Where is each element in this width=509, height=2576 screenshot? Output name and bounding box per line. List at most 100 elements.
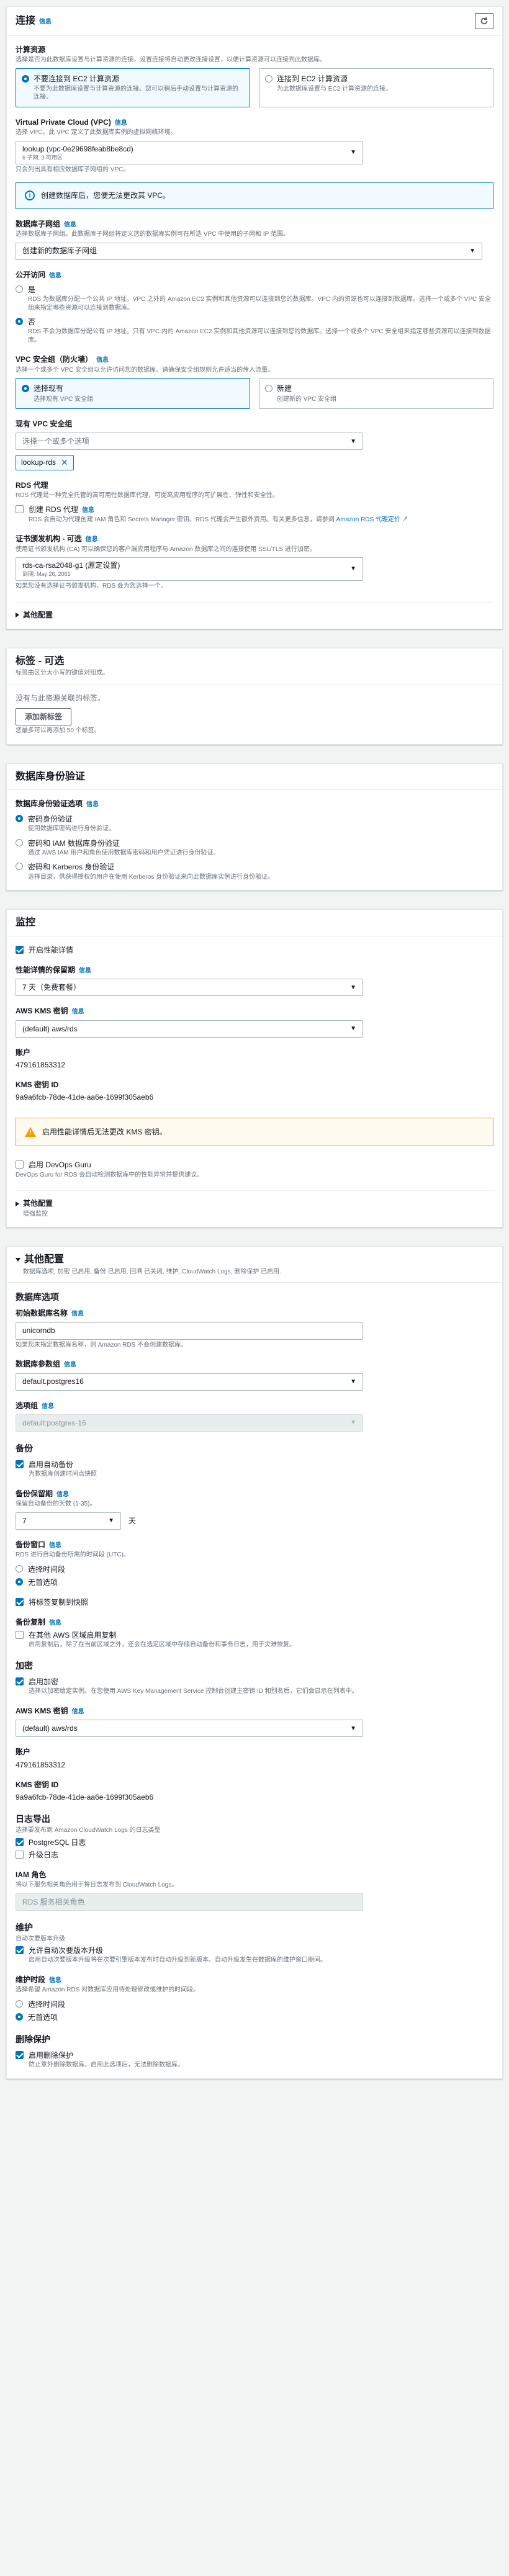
radio-maint-window[interactable] [16,1999,23,2008]
add-tag-button[interactable]: 添加新标签 [16,708,72,726]
info-link[interactable]: 信息 [64,1362,76,1368]
deletion-option[interactable]: 启用删除保护 防止意外删除数据库。启用此选项后，无法删除数据库。 [16,2050,493,2070]
subnet-select[interactable]: 创建新的数据库子网组 ▼ [16,242,482,260]
kms-id-value: 9a9a6fcb-78de-41de-aa6e-1699f305aeb6 [16,1793,154,1802]
close-icon[interactable]: ✕ [61,458,68,467]
info-link[interactable]: 信息 [49,1542,61,1549]
info-link[interactable]: 信息 [39,19,52,25]
radio-new-sg[interactable] [265,385,273,393]
info-link[interactable]: 信息 [82,507,94,514]
devops-option[interactable]: 启用 DevOps Guru [16,1160,493,1170]
radio-kerberos[interactable] [16,863,23,871]
devops-checkbox[interactable] [16,1160,24,1169]
tile-no-ec2[interactable]: 不要连接到 EC2 计算资源 不要为此数据库设置与计算资源的连接。您可以稍后手动… [16,68,250,107]
caret-down-icon: ▼ [350,438,356,445]
radio-password[interactable] [16,814,23,822]
public-no-option[interactable]: 否 RDS 不会为数据库分配公有 IP 地址。只有 VPC 内的 Amazon E… [16,317,493,344]
param-group-select[interactable]: default.postgres16 ▼ [16,1373,363,1391]
info-link[interactable]: 信息 [72,1708,84,1715]
vpc-select[interactable]: lookup (vpc-0e29698feab8be8cd) 6 子网, 3 可用… [16,140,363,164]
radio-backup-none[interactable] [16,1577,23,1586]
existing-sg-select[interactable]: 选择一个或多个选项 ▼ [16,433,363,451]
caret-down-icon: ▼ [350,565,356,573]
existing-sg-label: 现有 VPC 安全组 [16,420,73,429]
rds-proxy-label: RDS 代理 [16,480,48,490]
tile-existing-sg[interactable]: 选择现有 选择现有 VPC 安全组 [16,378,250,410]
compute-desc: 选择是否为此数据库设置与计算资源的连接。设置连接将自动更改连接设置，以便计算资源… [16,56,326,64]
sg-token: lookup-rds ✕ [16,455,74,470]
caret-down-icon [16,1257,20,1262]
info-link[interactable]: 信息 [42,1403,54,1410]
info-link[interactable]: 信息 [64,222,76,228]
info-link[interactable]: 信息 [49,1620,61,1627]
encryption-checkbox[interactable] [16,1677,24,1686]
panel-title: 数据库身份验证 [16,771,86,782]
pi-checkbox[interactable] [16,945,24,954]
auth-panel: 数据库身份验证 数据库身份验证选项 信息 密码身份验证 使用数据库密码进行身份验证。… [6,763,503,891]
info-link[interactable]: 信息 [79,967,91,974]
info-link[interactable]: 信息 [96,357,109,364]
proxy-pricing-link[interactable]: Amazon RDS 代理定价 [336,516,400,523]
public-yes-option[interactable]: 是 RDS 为数据库分配一个公共 IP 地址。VPC 之外的 Amazon EC2… [16,285,493,312]
copy-tags-checkbox[interactable] [16,1598,24,1607]
caret-down-icon: ▼ [350,1378,356,1385]
vpc-info-alert: i 创建数据库后，您便无法更改其 VPC。 [16,182,493,209]
maint-window-choose[interactable]: 选择时间段 [16,1999,493,2009]
auto-upgrade-checkbox[interactable] [16,1946,24,1955]
radio-ec2[interactable] [265,74,273,83]
replication-checkbox[interactable] [16,1630,24,1639]
upgrade-log-checkbox[interactable] [16,1850,24,1859]
rds-proxy-checkbox[interactable] [16,505,24,514]
pi-option[interactable]: 开启性能详情 [16,945,493,955]
info-link[interactable]: 信息 [49,1977,61,1984]
additional-config-toggle[interactable]: 其他配置 [16,610,493,620]
connectivity-panel: 连接 信息 计算资源 选择是否为此数据库设置与计算资源的连接。设置连接将自动更改连… [6,6,503,629]
subnet-label: 数据库子网组 信息 [16,219,77,228]
postgres-log-checkbox[interactable] [16,1838,24,1846]
tile-ec2[interactable]: 连接到 EC2 计算资源 为此数据库设置与 EC2 计算资源的连接。 [259,68,493,107]
additional-config-header-toggle[interactable]: 其他配置 [16,1253,493,1267]
initial-db-input[interactable]: unicorndb [16,1322,363,1340]
backup-retention-select[interactable]: 7 ▼ [16,1512,121,1530]
ca-select[interactable]: rds-ca-rsa2048-g1 (原定设置) 到期: May 26, 2061… [16,557,363,581]
info-link[interactable]: 信息 [115,120,127,127]
radio-existing-sg[interactable] [22,385,29,393]
auth-iam-option[interactable]: 密码和 IAM 数据库身份验证 通过 AWS IAM 用户和角色使用数据库密码和用… [16,838,493,858]
deletion-checkbox[interactable] [16,2051,24,2060]
auto-upgrade-option[interactable]: 允许自动次要版本升级 启用自动次要版本升级将在次要引擎版本发布时自动升级到新版本。… [16,1945,493,1965]
info-link[interactable]: 信息 [86,801,99,808]
replication-option[interactable]: 在其他 AWS 区域启用复制 启用复制后，除了在当前区域之外，还会在选定区域中存储… [16,1630,493,1649]
maint-window-none[interactable]: 无首选项 [16,2013,493,2022]
refresh-button[interactable] [475,13,493,29]
encryption-option[interactable]: 启用加密 选择以加密给定实例。在您使用 AWS Key Management Se… [16,1677,493,1696]
upgrade-log-option[interactable]: 升级日志 [16,1850,493,1860]
public-access-label: 公开访问 信息 [16,270,62,279]
auth-password-option[interactable]: 密码身份验证 使用数据库密码进行身份验证。 [16,814,493,833]
info-link[interactable]: 信息 [56,1491,69,1498]
pi-retention-select[interactable]: 7 天（免费套餐） ▼ [16,979,363,997]
info-link[interactable]: 信息 [72,1008,84,1015]
postgres-log-option[interactable]: PostgreSQL 日志 [16,1838,493,1847]
auto-backup-checkbox[interactable] [16,1460,24,1468]
copy-tags-option[interactable]: 将标签复制到快照 [16,1597,493,1607]
auth-kerberos-option[interactable]: 密码和 Kerberos 身份验证 选择目录，供获得授权的用户在使用 Kerber… [16,862,493,881]
auto-backup-option[interactable]: 启用自动备份 为数据库创建时间点快照 [16,1460,493,1479]
backup-window-choose[interactable]: 选择时间段 [16,1564,493,1574]
info-link[interactable]: 信息 [86,536,98,543]
tile-new-sg[interactable]: 新建 创建新的 VPC 安全组 [259,378,493,410]
caret-right-icon [16,1201,19,1206]
info-link[interactable]: 信息 [71,1311,84,1317]
radio-no-ec2[interactable] [22,74,29,83]
radio-public-yes[interactable] [16,285,23,294]
backup-window-none[interactable]: 无首选项 [16,1577,493,1587]
rds-proxy-option[interactable]: 创建 RDS 代理 信息 RDS 会自动为代理创建 IAM 角色和 Secrets… [16,505,493,524]
radio-public-no[interactable] [16,318,23,326]
radio-maint-none[interactable] [16,2013,23,2021]
monitoring-additional-toggle[interactable]: 其他配置 [16,1198,493,1208]
encryption-kms-select[interactable]: (default) aws/rds ▼ [16,1720,363,1738]
radio-iam[interactable] [16,838,23,846]
additional-config-panel: 其他配置 数据库选项, 加密 已启用, 备份 已启用, 回溯 已关闭, 维护, … [6,1246,503,2079]
radio-backup-window[interactable] [16,1564,23,1573]
pi-kms-select[interactable]: (default) aws/rds ▼ [16,1020,363,1038]
info-link[interactable]: 信息 [49,272,61,279]
